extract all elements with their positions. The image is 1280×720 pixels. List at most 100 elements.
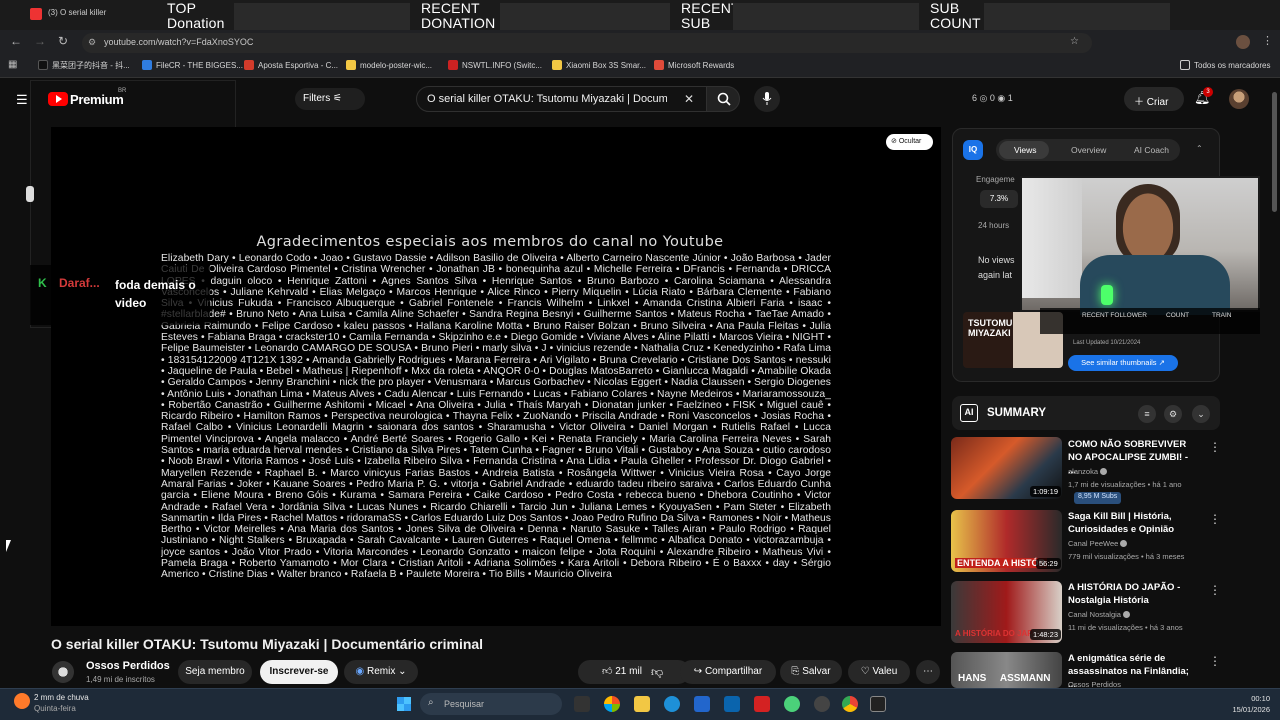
- rec-menu-icon[interactable]: ⋮: [1209, 654, 1221, 668]
- rec-channel[interactable]: Canal Nostalgia: [1068, 609, 1213, 621]
- gear-icon[interactable]: ⚙: [1164, 405, 1182, 423]
- bookmark-item[interactable]: Aposta Esportiva - C...: [244, 60, 338, 70]
- search-input-value[interactable]: O serial killer OTAKU: Tsutomu Miyazaki …: [427, 93, 667, 105]
- list-icon[interactable]: ≡: [1138, 405, 1156, 423]
- hours-label: 24 hours: [978, 221, 1010, 230]
- chrome-icon[interactable]: [842, 696, 858, 712]
- channel-name[interactable]: Ossos Perdidos: [86, 660, 170, 672]
- summary-label[interactable]: SUMMARY: [987, 407, 1046, 419]
- rec-title[interactable]: Saga Kill Bill | História, Curiosidades …: [1068, 510, 1198, 536]
- store-icon[interactable]: [694, 696, 710, 712]
- bookmark-item[interactable]: FileCR - THE BIGGES...: [142, 60, 243, 70]
- edge-icon[interactable]: [664, 696, 680, 712]
- task-view-icon[interactable]: [574, 696, 590, 712]
- subscriber-count: 1,49 mi de inscritos: [86, 675, 155, 684]
- ai-icon: AI: [960, 404, 978, 422]
- subscribe-button[interactable]: Inscrever-se: [260, 660, 338, 684]
- join-button[interactable]: Seja membro: [178, 660, 252, 684]
- bookmark-item[interactable]: Microsoft Rewards: [654, 60, 734, 70]
- voice-search-button[interactable]: [754, 86, 780, 112]
- thanks-button[interactable]: ♡ Valeu: [848, 660, 910, 684]
- obs-icon[interactable]: [814, 696, 830, 712]
- youtube-logo-text[interactable]: Premium: [70, 92, 124, 107]
- hamburger-menu-icon[interactable]: ☰: [16, 92, 28, 108]
- copilot-icon[interactable]: [604, 696, 620, 712]
- rec-thumb-text: A HISTÓRIA DO JAP: [955, 629, 1033, 638]
- chevron-down-icon[interactable]: ⌄: [1192, 405, 1210, 423]
- remix-label: Remix: [367, 666, 396, 677]
- back-icon[interactable]: ←: [10, 34, 22, 48]
- bookmark-item[interactable]: Xiaomi Box 3S Smar...: [552, 60, 646, 70]
- share-button[interactable]: ↪ Compartilhar: [680, 660, 776, 684]
- save-button[interactable]: ⎘ Salvar: [780, 660, 842, 684]
- filters-label: Filters: [303, 93, 331, 104]
- app-icon[interactable]: [870, 696, 886, 712]
- thumbs-down-icon[interactable]: 👎︎: [651, 665, 663, 680]
- rec-menu-icon[interactable]: ⋮: [1209, 512, 1221, 526]
- engagement-label: Engageme: [976, 175, 1015, 184]
- tab-overview[interactable]: Overview: [1071, 145, 1106, 155]
- taskbar-search[interactable]: [420, 693, 562, 715]
- hide-overlay-button[interactable]: ⊘ Ocultar: [886, 134, 933, 150]
- menu-icon[interactable]: ⋮: [1262, 34, 1273, 47]
- taskbar-search-icon: ⌕: [428, 697, 434, 708]
- similar-thumbnails-button[interactable]: See similar thumbnails ↗: [1068, 355, 1178, 371]
- account-avatar[interactable]: [1229, 89, 1249, 109]
- tab-ai-coach[interactable]: AI Coach: [1134, 145, 1169, 155]
- video-title: O serial killer OTAKU: Tsutomu Miyazaki …: [51, 636, 484, 652]
- rec-channel[interactable]: Canal PeeWee: [1068, 538, 1213, 550]
- rec-title[interactable]: A HISTÓRIA DO JAPÃO - Nostalgia História: [1068, 581, 1198, 607]
- bookmark-star-icon[interactable]: ☆: [1070, 36, 1079, 47]
- bookmark-item[interactable]: NSWTL.INFO (Switc...: [448, 60, 542, 70]
- rec-menu-icon[interactable]: ⋮: [1209, 440, 1221, 454]
- bookmark-item[interactable]: modelo-poster-wic...: [346, 60, 432, 70]
- like-button[interactable]: 👍︎ 21 mil: [578, 660, 690, 684]
- notification-count-badge: 3: [1203, 87, 1213, 97]
- clock-date[interactable]: 15/01/2026: [1226, 705, 1270, 714]
- app-l-icon[interactable]: [754, 696, 770, 712]
- create-button[interactable]: ＋ Criar: [1124, 87, 1184, 111]
- bookmark-item[interactable]: 黑菜团子的抖音 - 抖...: [38, 60, 130, 71]
- mic-icon: [762, 92, 772, 105]
- url-text[interactable]: youtube.com/watch?v=FdaXnoSYOC: [104, 37, 253, 47]
- weather-icon[interactable]: [14, 693, 30, 709]
- search-button[interactable]: [706, 86, 740, 112]
- outlook-icon[interactable]: [724, 696, 740, 712]
- webcam-background-wall: [1022, 178, 1082, 298]
- whatsapp-icon[interactable]: [784, 696, 800, 712]
- like-count: 21 mil: [615, 666, 642, 677]
- youtube-tab-icon: [30, 8, 42, 20]
- chevron-down-icon: ⌄: [398, 666, 407, 677]
- windows-start-icon[interactable]: [397, 697, 411, 711]
- tab-views[interactable]: Views: [1014, 145, 1037, 155]
- profile-icon[interactable]: [1236, 35, 1250, 49]
- taskbar-search-placeholder[interactable]: Pesquisar: [444, 699, 484, 709]
- apps-grid-icon[interactable]: ▦: [8, 59, 17, 70]
- plus-icon: ＋: [1134, 97, 1144, 108]
- file-explorer-icon[interactable]: [634, 696, 650, 712]
- clear-search-icon[interactable]: ✕: [684, 92, 694, 106]
- share-label: Compartilhar: [704, 666, 763, 677]
- rec-menu-icon[interactable]: ⋮: [1209, 583, 1221, 597]
- collapse-icon[interactable]: ⌃: [1196, 144, 1203, 153]
- webcam-overlay-fragment: [26, 186, 34, 202]
- site-info-icon[interactable]: ⚙: [88, 37, 96, 48]
- youtube-logo-icon[interactable]: [48, 92, 68, 106]
- filters-button[interactable]: Filters ⚟: [295, 88, 365, 110]
- weather-text[interactable]: 2 mm de chuva: [34, 693, 89, 702]
- rec-channel[interactable]: alanzoka: [1068, 466, 1213, 478]
- clock-time[interactable]: 00:10: [1246, 694, 1270, 703]
- channel-avatar[interactable]: [52, 661, 74, 683]
- rec-thumb-text: ENTENDA A HISTÓR: [955, 558, 1048, 568]
- hide-label: Ocultar: [898, 138, 922, 145]
- reload-icon[interactable]: ↻: [58, 34, 68, 48]
- forward-icon[interactable]: →: [34, 34, 46, 48]
- rgb-light: [1101, 285, 1113, 305]
- overlay-top-donation-box: [234, 3, 410, 33]
- rec-views: 1,7 mi de visualizações • há 1 ano: [1068, 480, 1182, 489]
- remix-button[interactable]: ◉ Remix ⌄: [344, 660, 418, 684]
- browser-tab-title[interactable]: (3) O serial killer: [48, 8, 106, 17]
- all-bookmarks-folder[interactable]: Todos os marcadores: [1180, 60, 1270, 70]
- page-scrollbar[interactable]: [1272, 92, 1277, 212]
- more-actions-button[interactable]: ⋯: [916, 660, 940, 684]
